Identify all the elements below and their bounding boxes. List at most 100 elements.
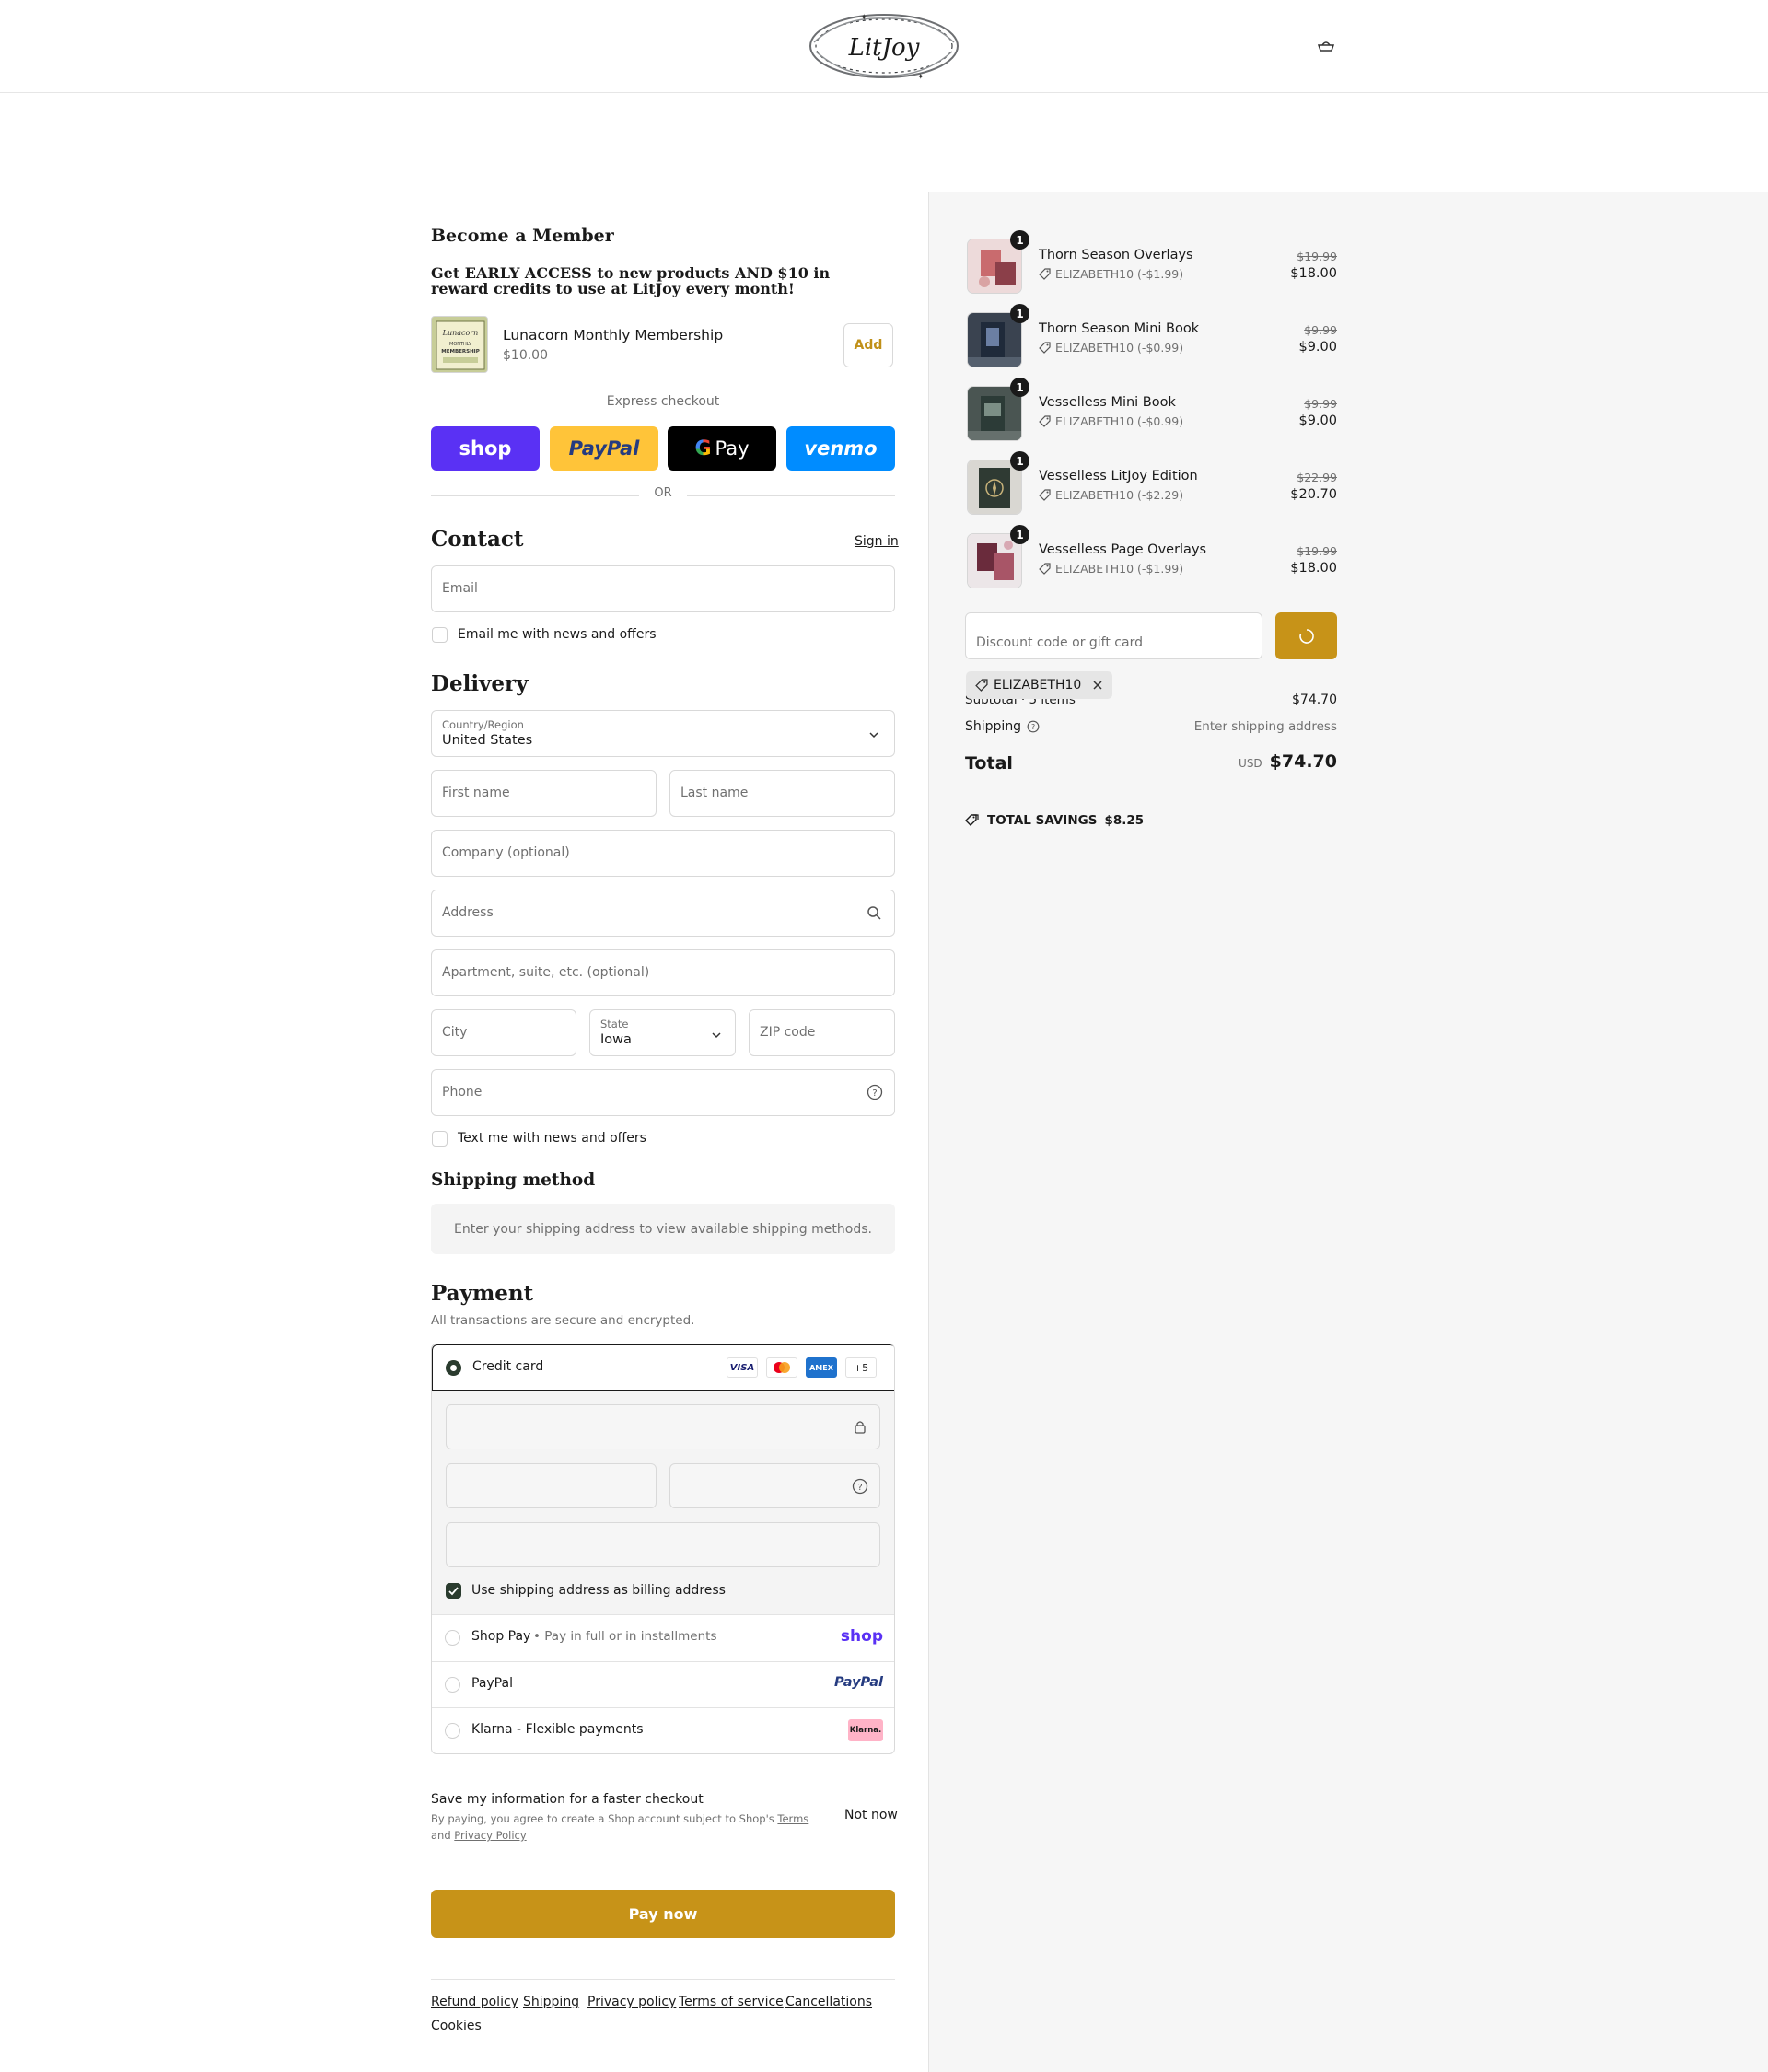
visa-icon: VISA: [727, 1357, 758, 1378]
cart-icon[interactable]: [1317, 39, 1335, 53]
expiration-date-field[interactable]: [446, 1463, 657, 1508]
klarna-label: Klarna - Flexible payments: [471, 1722, 644, 1737]
close-icon[interactable]: [1092, 680, 1103, 691]
email-field[interactable]: Email: [431, 565, 895, 612]
shop-pay-radio[interactable]: [445, 1630, 460, 1646]
chevron-down-icon: [868, 727, 879, 744]
refund-policy-link[interactable]: Refund policy: [431, 1995, 518, 2009]
footer-divider: [431, 1979, 895, 1980]
name-on-card-field[interactable]: [446, 1522, 880, 1567]
svg-text:?: ?: [1031, 723, 1035, 731]
item-price: $20.70: [1290, 487, 1337, 502]
item-price: $9.00: [1298, 340, 1337, 355]
klarna-option[interactable]: Klarna - Flexible payments Klarna.: [432, 1708, 894, 1753]
payment-subtitle: All transactions are secure and encrypte…: [431, 1313, 695, 1328]
paypal-express-button[interactable]: PayPal: [550, 426, 658, 471]
city-placeholder: City: [442, 1025, 468, 1040]
last-name-field[interactable]: Last name: [669, 770, 895, 817]
country-select[interactable]: Country/Region United States: [431, 710, 895, 757]
svg-text:Lunacorn: Lunacorn: [442, 329, 479, 337]
subtotal-value: $74.70: [1292, 693, 1337, 707]
item-discount-text: ELIZABETH10 (-$2.29): [1055, 488, 1184, 502]
city-field[interactable]: City: [431, 1009, 576, 1056]
state-select[interactable]: State Iowa: [589, 1009, 736, 1056]
terms-link[interactable]: Terms: [777, 1812, 808, 1825]
shop-pay-subtitle: • Pay in full or in installments: [533, 1629, 717, 1644]
credit-card-option[interactable]: Credit card VISA AMEX +5: [432, 1344, 894, 1391]
not-now-button[interactable]: Not now: [844, 1808, 898, 1822]
save-info-title: Save my information for a faster checkou…: [431, 1792, 704, 1807]
item-discount-text: ELIZABETH10 (-$1.99): [1055, 562, 1184, 576]
quantity-badge: 1: [1010, 525, 1029, 544]
help-icon[interactable]: ?: [1027, 720, 1040, 733]
item-discount: ELIZABETH10 (-$0.99): [1039, 414, 1183, 428]
credit-card-label: Credit card: [472, 1359, 544, 1374]
phone-placeholder: Phone: [442, 1085, 483, 1100]
shipping-method-heading: Shipping method: [431, 1170, 596, 1190]
shop-pay-express-button[interactable]: shop: [431, 426, 540, 471]
text-news-checkbox[interactable]: [432, 1131, 448, 1147]
item-discount: ELIZABETH10 (-$0.99): [1039, 341, 1183, 355]
credit-card-radio[interactable]: [446, 1360, 461, 1376]
cookies-link[interactable]: Cookies: [431, 2019, 482, 2033]
klarna-logo: Klarna.: [848, 1719, 883, 1741]
litjoy-logo[interactable]: LitJoy ✦ ✦: [805, 7, 963, 85]
legal-text: By paying, you agree to create a Shop ac…: [431, 1812, 774, 1825]
item-discount: ELIZABETH10 (-$2.29): [1039, 488, 1183, 502]
total-value: $74.70: [1269, 751, 1337, 772]
apply-discount-button[interactable]: [1275, 612, 1337, 659]
total-label: Total: [965, 753, 1013, 774]
first-name-field[interactable]: First name: [431, 770, 657, 817]
paypal-logo: PayPal: [568, 437, 640, 460]
total-amount: USD $74.70: [1239, 751, 1337, 772]
cancellations-link[interactable]: Cancellations: [785, 1995, 872, 2009]
help-icon[interactable]: ?: [867, 1084, 883, 1104]
venmo-express-button[interactable]: venmo: [786, 426, 895, 471]
klarna-radio[interactable]: [445, 1723, 460, 1739]
help-icon[interactable]: ?: [852, 1478, 868, 1498]
shop-pay-sub-text: Pay in full or in installments: [544, 1629, 717, 1644]
tag-icon: [965, 814, 979, 826]
privacy-policy-link[interactable]: Privacy Policy: [454, 1829, 526, 1842]
phone-field[interactable]: Phone ?: [431, 1069, 895, 1116]
billing-address-checkbox[interactable]: [446, 1583, 461, 1599]
item-name: Thorn Season Mini Book: [1039, 321, 1200, 336]
shipping-policy-link[interactable]: Shipping: [523, 1995, 579, 2009]
paypal-label: PayPal: [471, 1676, 513, 1691]
zip-placeholder: ZIP code: [760, 1025, 816, 1040]
email-news-checkbox[interactable]: [432, 627, 448, 643]
sign-in-link[interactable]: Sign in: [855, 534, 899, 549]
member-title: Become a Member: [431, 226, 614, 246]
terms-of-service-link[interactable]: Terms of service: [679, 1995, 784, 2009]
svg-text:✦: ✦: [860, 13, 867, 23]
country-value: United States: [442, 733, 533, 748]
item-original-price: $9.99: [1304, 397, 1337, 411]
quantity-badge: 1: [1010, 451, 1029, 471]
card-number-field[interactable]: [446, 1404, 880, 1449]
privacy-policy-footer-link[interactable]: Privacy policy: [587, 1995, 676, 2009]
svg-text:?: ?: [857, 1483, 862, 1493]
contact-heading: Contact: [431, 527, 524, 552]
search-icon: [867, 905, 881, 924]
payment-methods-box: Credit card VISA AMEX +5 ? Use shipping …: [431, 1344, 895, 1754]
address-field[interactable]: Address: [431, 890, 895, 937]
last-name-placeholder: Last name: [680, 786, 749, 800]
shop-pay-option[interactable]: Shop Pay • Pay in full or in installment…: [432, 1615, 894, 1661]
zip-field[interactable]: ZIP code: [749, 1009, 895, 1056]
security-code-field[interactable]: ?: [669, 1463, 880, 1508]
paypal-option[interactable]: PayPal PayPal: [432, 1662, 894, 1707]
google-pay-label: Pay: [715, 437, 750, 460]
google-pay-express-button[interactable]: G Pay: [668, 426, 776, 471]
company-field[interactable]: Company (optional): [431, 830, 895, 877]
add-membership-button[interactable]: Add: [843, 323, 893, 367]
state-label: State: [600, 1018, 629, 1030]
discount-code-input[interactable]: Discount code or gift card: [965, 612, 1262, 659]
pay-now-button[interactable]: Pay now: [431, 1890, 895, 1938]
total-savings: TOTAL SAVINGS $8.25: [965, 813, 1144, 828]
item-discount: ELIZABETH10 (-$1.99): [1039, 562, 1183, 576]
membership-product-price: $10.00: [503, 348, 548, 363]
chevron-down-icon: [711, 1027, 722, 1044]
apartment-field[interactable]: Apartment, suite, etc. (optional): [431, 949, 895, 996]
paypal-radio[interactable]: [445, 1677, 460, 1693]
item-name: Vesselless Mini Book: [1039, 395, 1176, 410]
